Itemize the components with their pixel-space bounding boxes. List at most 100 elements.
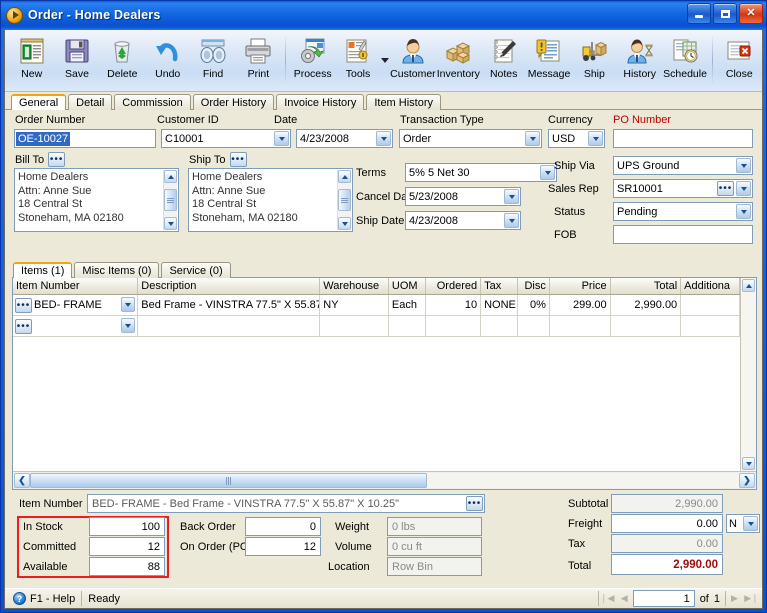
ship-via-chevron-down-icon[interactable] <box>736 158 751 173</box>
cell-uom[interactable]: Each <box>389 295 427 315</box>
ship-to-scroll-up-icon[interactable] <box>338 170 351 183</box>
transaction-type-chevron-down-icon[interactable] <box>525 131 540 146</box>
cell-ordered-empty[interactable] <box>426 316 482 336</box>
minimize-button[interactable] <box>687 3 711 24</box>
col-item-number[interactable]: Item Number <box>13 278 139 294</box>
bill-to-lookup-button[interactable]: ••• <box>48 152 66 167</box>
cell-price[interactable]: 299.00 <box>550 295 611 315</box>
bill-to-scroll-up-icon[interactable] <box>164 170 177 183</box>
customer-id-chevron-down-icon[interactable] <box>274 131 289 146</box>
po-number-input[interactable] <box>613 129 753 148</box>
status-combo[interactable]: Pending <box>613 202 753 221</box>
history-button[interactable]: History <box>617 32 662 90</box>
tab-item-history[interactable]: Item History <box>366 94 442 110</box>
tab-invoice-history[interactable]: Invoice History <box>276 94 365 110</box>
cell-disc-empty[interactable] <box>518 316 550 336</box>
grid-scroll-up-icon[interactable] <box>742 279 755 292</box>
ship-to-address[interactable]: Home Dealers Attn: Anne Sue 18 Central S… <box>188 168 353 232</box>
tab-general[interactable]: General <box>11 94 67 110</box>
grid-scroll-right-icon[interactable]: ❯ <box>739 473 755 488</box>
col-warehouse[interactable]: Warehouse <box>320 278 389 294</box>
cell-description[interactable]: Bed Frame - VINSTRA 77.5" X 55.87" <box>138 295 321 315</box>
row-1-chevron-down-icon[interactable] <box>121 297 136 312</box>
sales-rep-combo[interactable]: SR10001 ••• <box>613 179 753 198</box>
print-button[interactable]: Print <box>236 32 281 90</box>
tab-detail[interactable]: Detail <box>68 94 113 110</box>
next-record-button[interactable]: ▶ <box>726 591 743 606</box>
message-button[interactable]: Message <box>526 32 571 90</box>
line-items-grid[interactable]: Item Number Description Warehouse UOM Or… <box>12 277 757 490</box>
grid-scroll-left-icon[interactable]: ❮ <box>14 473 30 488</box>
ship-to-scroll-down-icon[interactable] <box>338 217 351 230</box>
order-number-input[interactable]: OE-10027 <box>14 129 156 148</box>
undo-button[interactable]: Undo <box>145 32 190 90</box>
in-stock-field[interactable]: 100 <box>89 517 165 536</box>
cell-warehouse[interactable]: NY <box>320 295 389 315</box>
on-order-po-field[interactable]: 12 <box>245 537 321 556</box>
ship-to-scroll-thumb[interactable] <box>338 189 351 211</box>
col-ordered[interactable]: Ordered <box>426 278 482 294</box>
bill-to-address[interactable]: Home Dealers Attn: Anne Sue 18 Central S… <box>14 168 179 232</box>
cell-additional[interactable] <box>681 295 740 315</box>
last-record-button[interactable]: ▶❘ <box>743 591 760 606</box>
help-section[interactable]: ? F1 - Help <box>7 590 81 607</box>
col-total[interactable]: Total <box>611 278 682 294</box>
currency-chevron-down-icon[interactable] <box>588 131 603 146</box>
available-field[interactable]: 88 <box>89 557 165 576</box>
cell-price-empty[interactable] <box>550 316 611 336</box>
previous-record-button[interactable]: ◀ <box>616 591 633 606</box>
grid-hscroll-thumb[interactable] <box>30 473 428 488</box>
cell-tax[interactable]: NONE <box>481 295 519 315</box>
tab-commission[interactable]: Commission <box>114 94 191 110</box>
maximize-button[interactable] <box>713 3 737 24</box>
ship-date-combo[interactable]: 4/23/2008 <box>405 211 521 230</box>
detail-item-number-field[interactable]: BED- FRAME - Bed Frame - VINSTRA 77.5" X… <box>87 494 485 513</box>
tab-service[interactable]: Service (0) <box>161 262 231 278</box>
delete-button[interactable]: Delete <box>100 32 145 90</box>
customer-id-combo[interactable]: C10001 <box>161 129 291 148</box>
customer-button[interactable]: Customer <box>390 32 436 90</box>
schedule-button[interactable]: Schedule <box>662 32 707 90</box>
col-additional[interactable]: Additiona <box>681 278 740 294</box>
save-button[interactable]: Save <box>54 32 99 90</box>
sales-rep-chevron-down-icon[interactable] <box>736 181 751 196</box>
ship-date-chevron-down-icon[interactable] <box>504 213 519 228</box>
sales-rep-lookup-button[interactable]: ••• <box>717 181 734 196</box>
cell-warehouse-empty[interactable] <box>320 316 389 336</box>
col-disc[interactable]: Disc <box>518 278 550 294</box>
grid-hscroll-track[interactable] <box>30 473 739 488</box>
close-button[interactable]: ✕ <box>739 3 763 24</box>
table-row[interactable]: ••• <box>13 316 740 337</box>
tab-misc-items[interactable]: Misc Items (0) <box>74 262 160 278</box>
ship-to-lookup-button[interactable]: ••• <box>229 152 247 167</box>
back-order-field[interactable]: 0 <box>245 517 321 536</box>
notes-button[interactable]: Notes <box>481 32 526 90</box>
committed-field[interactable]: 12 <box>89 537 165 556</box>
bill-to-scroll-down-icon[interactable] <box>164 217 177 230</box>
col-description[interactable]: Description <box>138 278 321 294</box>
cell-tax-empty[interactable] <box>481 316 519 336</box>
find-button[interactable]: Find <box>190 32 235 90</box>
ship-to-scrollbar[interactable] <box>337 170 351 230</box>
terms-combo[interactable]: 5% 5 Net 30 <box>405 163 557 182</box>
cell-total[interactable]: 2,990.00 <box>611 295 682 315</box>
status-chevron-down-icon[interactable] <box>736 204 751 219</box>
date-combo[interactable]: 4/23/2008 <box>296 129 393 148</box>
fob-input[interactable] <box>613 225 753 244</box>
close-toolbar-button[interactable]: Close <box>717 32 762 90</box>
tab-order-history[interactable]: Order History <box>192 94 275 110</box>
bill-to-scrollbar[interactable] <box>163 170 177 230</box>
terms-chevron-down-icon[interactable] <box>540 165 555 180</box>
cell-additional-empty[interactable] <box>681 316 740 336</box>
inventory-button[interactable]: Inventory <box>436 32 481 90</box>
page-number-input[interactable]: 1 <box>632 590 695 607</box>
cell-total-empty[interactable] <box>611 316 682 336</box>
freight-taxable-combo[interactable]: N <box>726 514 760 533</box>
currency-combo[interactable]: USD <box>548 129 605 148</box>
cell-item-number-empty[interactable]: ••• <box>13 316 139 336</box>
first-record-button[interactable]: ❘◀ <box>599 591 616 606</box>
cell-uom-empty[interactable] <box>389 316 427 336</box>
tab-items[interactable]: Items (1) <box>13 262 73 278</box>
grid-horizontal-scrollbar[interactable]: ❮ ❯ <box>13 471 756 489</box>
row-2-chevron-down-icon[interactable] <box>121 318 136 333</box>
